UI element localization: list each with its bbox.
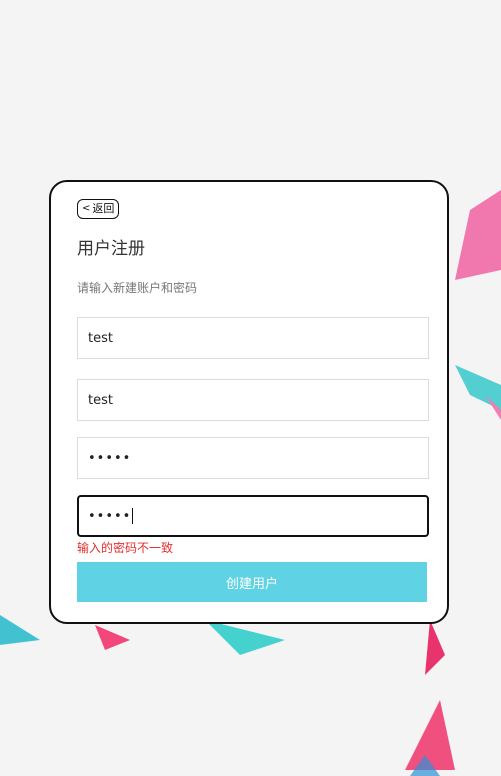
confirm-password-field[interactable]: ••••• (77, 495, 429, 537)
page-title: 用户注册 (77, 239, 145, 259)
account-field[interactable]: test (77, 379, 429, 421)
create-user-button-label: 创建用户 (225, 576, 278, 592)
back-button[interactable]: < 返回 (77, 199, 120, 219)
password-field[interactable]: ••••• (77, 437, 429, 479)
password-value: ••••• (88, 450, 132, 466)
create-user-button[interactable]: 创建用户 (77, 562, 427, 602)
register-card: < 返回 用户注册 请输入新建账户和密码 test test ••••• •••… (49, 180, 449, 624)
chevron-left-icon: < (82, 203, 91, 214)
username-value: test (88, 330, 113, 346)
username-field[interactable]: test (77, 317, 429, 359)
account-value: test (88, 392, 113, 408)
page-subtitle: 请输入新建账户和密码 (77, 281, 198, 295)
error-message: 输入的密码不一致 (77, 541, 174, 555)
back-button-label: 返回 (92, 202, 115, 215)
confirm-password-value: ••••• (88, 508, 132, 524)
text-cursor (132, 508, 134, 524)
